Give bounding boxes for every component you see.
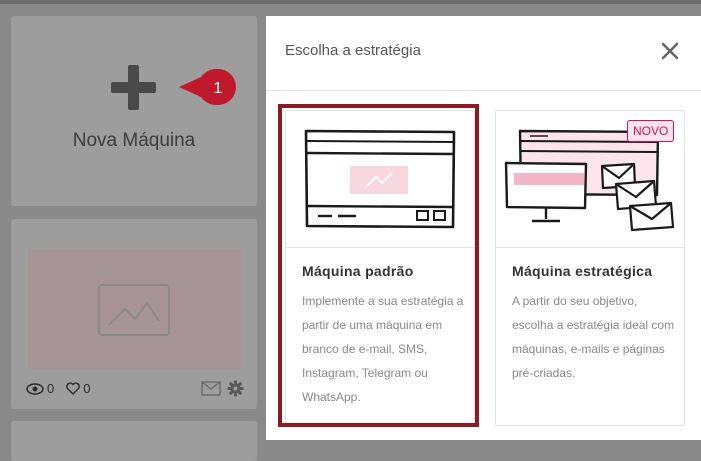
heart-icon [66, 382, 81, 395]
selected-option-highlight [278, 104, 479, 427]
close-icon[interactable] [659, 40, 681, 62]
option-description: A partir do seu objetivo, escolha a estr… [512, 294, 675, 380]
step-badge: 1 [179, 69, 236, 105]
machine-card-partial[interactable] [11, 421, 257, 461]
machine-stats: 0 0 [26, 381, 98, 396]
views-count: 0 [47, 381, 55, 396]
modal-header: Escolha a estratégia [266, 16, 701, 91]
image-icon [98, 284, 170, 336]
top-bar [0, 0, 701, 4]
gear-icon[interactable] [227, 380, 244, 397]
option-title: Máquina estratégica [512, 263, 653, 279]
modal-title: Escolha a estratégia [285, 42, 421, 59]
new-machine-card[interactable] [11, 16, 257, 206]
likes-count: 0 [83, 381, 91, 396]
strategy-modal: Escolha a estratégia Máquina padrão Impl… [266, 16, 701, 440]
card-actions [201, 380, 244, 397]
new-tag-badge: NOVO [627, 120, 675, 142]
option-strategic-machine[interactable]: NOVO Máquina estratégica A partir do seu… [495, 110, 685, 426]
eye-icon [26, 382, 44, 395]
new-machine-label: Nova Máquina [72, 130, 196, 151]
plus-icon [111, 65, 156, 110]
step-badge-number: 1 [214, 80, 223, 97]
mail-icon[interactable] [201, 381, 221, 396]
